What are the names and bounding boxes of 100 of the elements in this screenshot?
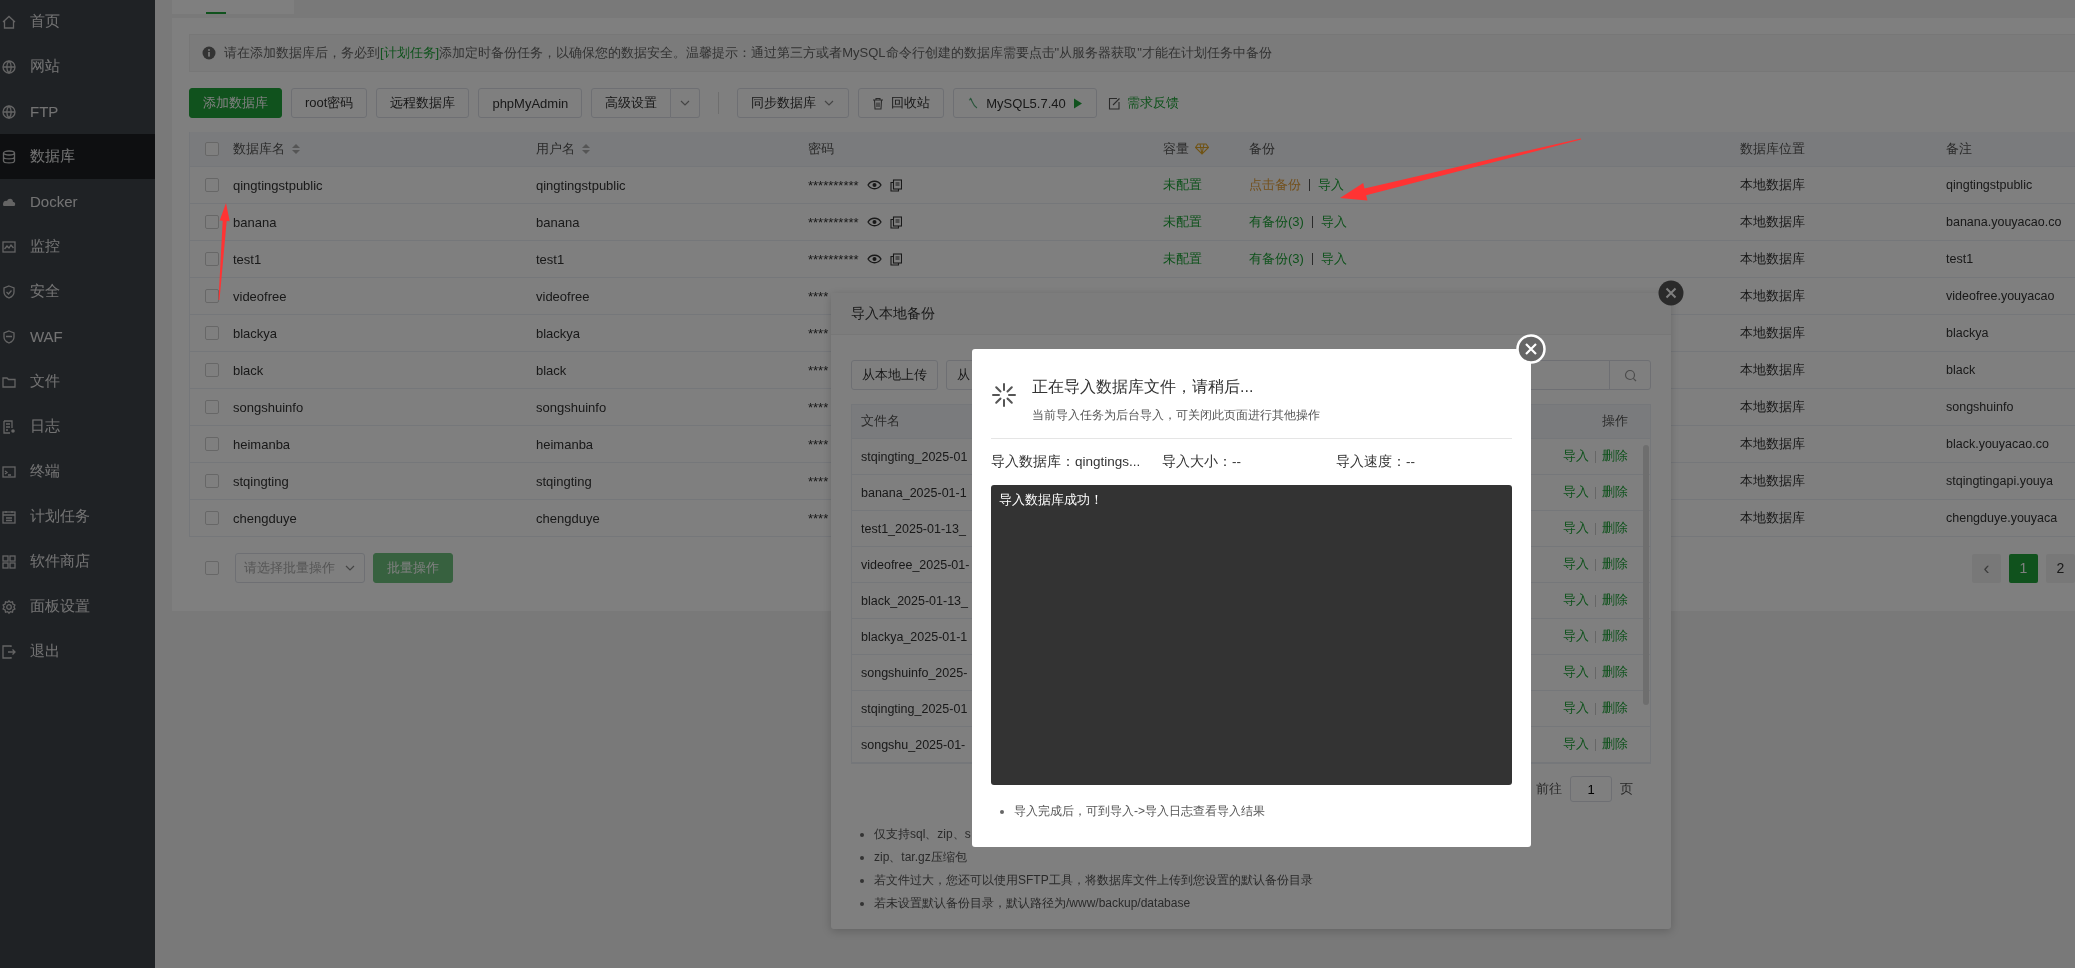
link[interactable]: 删除 xyxy=(1602,448,1628,465)
sidebar-item[interactable]: 数据库 xyxy=(0,134,155,179)
link[interactable]: 点击备份 xyxy=(1249,176,1301,194)
checkbox[interactable] xyxy=(204,437,219,451)
table-cell: blackya xyxy=(1946,326,1989,340)
link[interactable]: 导入 xyxy=(1563,520,1589,537)
checkbox[interactable] xyxy=(205,561,219,575)
feedback-link[interactable]: 需求反馈 xyxy=(1107,94,1179,112)
link[interactable]: 未配置 xyxy=(1163,213,1202,231)
checkbox[interactable] xyxy=(204,289,219,303)
add-database-button[interactable]: 添加数据库 xyxy=(189,88,282,118)
page-input[interactable]: 1 xyxy=(1570,776,1612,802)
link[interactable]: 删除 xyxy=(1602,700,1628,717)
bullet-icon xyxy=(860,878,864,883)
table-cell: heimanba xyxy=(233,436,291,452)
info-icon xyxy=(202,46,216,60)
sidebar-item[interactable]: WAF xyxy=(0,314,155,359)
link[interactable]: 未配置 xyxy=(1163,250,1202,268)
stat-text: 导入速度：-- xyxy=(1336,453,1415,471)
password-text: **** xyxy=(808,510,829,526)
sidebar-item[interactable]: 退出 xyxy=(0,629,155,674)
link[interactable]: 删除 xyxy=(1602,556,1628,573)
table-cell: black xyxy=(536,362,567,378)
table-cell: test1 xyxy=(1946,252,1974,266)
link[interactable]: 导入 xyxy=(1320,250,1347,268)
link[interactable]: [计划任务] xyxy=(380,45,440,60)
copy-icon xyxy=(889,178,902,192)
sidebar-item[interactable]: 面板设置 xyxy=(0,584,155,629)
sidebar-item[interactable]: 终端 xyxy=(0,449,155,494)
link[interactable]: 删除 xyxy=(1602,484,1628,501)
table-cell: blackya_2025-01-1 xyxy=(861,629,968,644)
checkbox[interactable] xyxy=(204,252,219,266)
sidebar-item[interactable]: 文件 xyxy=(0,359,155,404)
link[interactable]: 删除 xyxy=(1602,736,1628,753)
table-cell: stqingting_2025-01 xyxy=(861,449,968,464)
sidebar-item[interactable]: 网站 xyxy=(0,44,155,89)
shield-icon xyxy=(1,328,17,345)
recycle-bin-button[interactable]: 回收站 xyxy=(858,88,945,118)
sidebar-item[interactable]: Docker xyxy=(0,179,155,224)
globe-icon xyxy=(1,103,17,120)
link[interactable]: 导入 xyxy=(1318,176,1344,194)
link[interactable]: 删除 xyxy=(1602,664,1628,681)
sidebar-item[interactable]: FTP xyxy=(0,89,155,134)
table-cell: 本地数据库 xyxy=(1740,361,1805,379)
link[interactable]: 导入 xyxy=(1563,556,1589,573)
link[interactable]: 导入 xyxy=(1563,448,1589,465)
checkbox[interactable] xyxy=(204,215,219,229)
checkbox[interactable] xyxy=(204,511,219,525)
pagination-label: 页 xyxy=(1620,780,1633,798)
calendar-icon xyxy=(1,508,17,525)
toolbar-button[interactable]: root密码 xyxy=(291,88,368,118)
link[interactable]: 删除 xyxy=(1602,628,1628,645)
link[interactable]: 导入 xyxy=(1563,664,1589,681)
toolbar-button[interactable]: 从本地上传 xyxy=(851,360,938,390)
previous-page-button[interactable]: ‹ xyxy=(1972,553,2001,583)
stat-text: 导入数据库：qingtings... xyxy=(991,453,1142,471)
link[interactable]: 导入 xyxy=(1563,628,1589,645)
pagination-label: 前往 xyxy=(1536,780,1562,798)
toolbar-button[interactable]: 高级设置 xyxy=(591,88,672,118)
batch-button[interactable]: 批量操作 xyxy=(373,553,453,583)
link[interactable]: 导入 xyxy=(1563,700,1589,717)
checkbox[interactable] xyxy=(204,326,219,340)
checkbox[interactable] xyxy=(204,178,219,192)
link[interactable]: 删除 xyxy=(1602,592,1628,609)
link[interactable]: 删除 xyxy=(1602,520,1628,537)
sidebar-item[interactable]: 安全 xyxy=(0,269,155,314)
sidebar-item[interactable]: 计划任务 xyxy=(0,494,155,539)
link[interactable]: 导入 xyxy=(1563,484,1589,501)
checkbox[interactable] xyxy=(204,363,219,377)
link[interactable]: 导入 xyxy=(1563,736,1589,753)
dropdown-button[interactable] xyxy=(671,88,701,118)
table-cell: videofree.youyacao xyxy=(1946,289,2055,303)
link[interactable]: 有备份(3) xyxy=(1249,250,1304,268)
page-button[interactable]: 2 xyxy=(2046,553,2075,583)
sidebar-item[interactable]: 软件商店 xyxy=(0,539,155,584)
password-text: ********** xyxy=(808,251,859,267)
dropdown-button[interactable]: 同步数据库 xyxy=(737,88,850,118)
note-text: 仅支持sql、zip、s xyxy=(874,826,971,843)
sidebar-item[interactable]: 日志 xyxy=(0,404,155,449)
link[interactable]: 导入 xyxy=(1320,213,1347,231)
link[interactable]: 未配置 xyxy=(1163,176,1202,194)
toolbar-button[interactable]: 远程数据库 xyxy=(376,88,470,118)
link[interactable]: 导入 xyxy=(1563,592,1589,609)
checkbox[interactable] xyxy=(204,142,219,156)
toolbar-button[interactable]: phpMyAdmin xyxy=(478,88,583,118)
column-header: 操作 xyxy=(1602,413,1628,430)
link[interactable]: 有备份(3) xyxy=(1249,213,1304,231)
table-cell: 本地数据库 xyxy=(1740,287,1805,305)
column-header: 数据库名 xyxy=(233,140,285,158)
sidebar-item[interactable]: 首页 xyxy=(0,0,155,44)
table-cell: banana_2025-01-1 xyxy=(861,485,967,500)
version-button[interactable]: MySQL5.7.40 xyxy=(953,88,1097,118)
table-cell: stqingting xyxy=(233,473,289,489)
column-header: 容量 xyxy=(1163,140,1189,158)
page-button[interactable]: 1 xyxy=(2009,553,2038,583)
checkbox[interactable] xyxy=(204,474,219,488)
monitor-icon xyxy=(1,238,17,255)
sidebar-item[interactable]: 监控 xyxy=(0,224,155,269)
leaf-icon xyxy=(967,97,980,109)
checkbox[interactable] xyxy=(204,400,219,414)
